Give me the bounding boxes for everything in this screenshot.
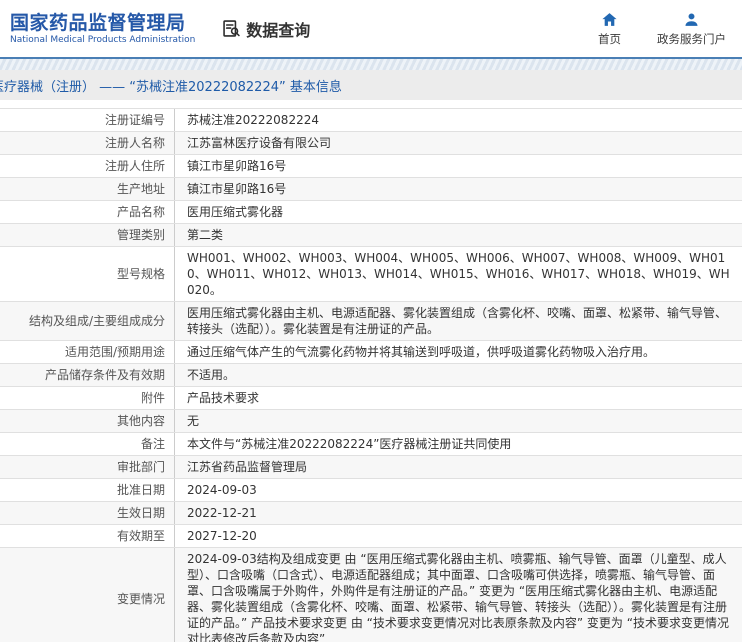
decorative-stripe-band <box>0 57 742 70</box>
table-row-product-name: 产品名称 医用压缩式雾化器 <box>0 201 742 224</box>
row-value: 2027-12-20 <box>175 525 742 547</box>
row-value-text: 不适用。 <box>187 368 236 382</box>
row-value: 医用压缩式雾化器由主机、电源适配器、雾化装置组成（含雾化杯、咬嘴、面罩、松紧带、… <box>175 302 742 340</box>
row-label: 有效期至 <box>0 525 175 547</box>
row-value: 江苏富林医疗设备有限公司 <box>175 132 742 154</box>
row-value-text: 第二类 <box>187 228 224 242</box>
logo-title: 国家药品监督管理局 <box>10 11 186 34</box>
registration-info-table: 注册证编号 苏械注准20222082224 注册人名称 江苏富林医疗设备有限公司… <box>0 108 742 642</box>
row-value-text: 2022-12-21 <box>187 506 257 520</box>
table-row-other-content: 其他内容 无 <box>0 410 742 433</box>
row-value-text: 苏械注准20222082224 <box>187 113 319 127</box>
row-label: 注册证编号 <box>0 109 175 131</box>
row-label: 产品储存条件及有效期 <box>0 364 175 386</box>
row-label: 批准日期 <box>0 479 175 501</box>
table-row-effective-date: 生效日期 2022-12-21 <box>0 502 742 525</box>
table-row-remarks: 备注 本文件与“苏械注准20222082224”医疗器械注册证共同使用 <box>0 433 742 456</box>
row-value: 2022-12-21 <box>175 502 742 524</box>
row-value: 产品技术要求 <box>175 387 742 409</box>
row-value-text: WH001、WH002、WH003、WH004、WH005、WH006、WH00… <box>187 251 730 297</box>
row-value-text: 通过压缩气体产生的气流雾化药物并将其输送到呼吸道，供呼吸道雾化药物吸入治疗用。 <box>187 345 656 359</box>
row-value: 镇江市星卯路16号 <box>175 178 742 200</box>
row-label: 产品名称 <box>0 201 175 223</box>
row-value-text: 无 <box>187 414 200 428</box>
table-row-change-details: 变更情况 2024-09-03结构及组成变更 由 “医用压缩式雾化器由主机、喷雾… <box>0 548 742 642</box>
row-value: 医用压缩式雾化器 <box>175 201 742 223</box>
row-value: 不适用。 <box>175 364 742 386</box>
row-value-text: 江苏富林医疗设备有限公司 <box>187 136 332 150</box>
row-label: 审批部门 <box>0 456 175 478</box>
table-row-expiry-date: 有效期至 2027-12-20 <box>0 525 742 548</box>
table-row-approval-department: 审批部门 江苏省药品监督管理局 <box>0 456 742 479</box>
table-row-registrant-name: 注册人名称 江苏富林医疗设备有限公司 <box>0 132 742 155</box>
row-label: 型号规格 <box>0 247 175 301</box>
row-value: WH001、WH002、WH003、WH004、WH005、WH006、WH00… <box>175 247 742 301</box>
row-value-text: 医用压缩式雾化器 <box>187 205 284 219</box>
row-label: 变更情况 <box>0 548 175 642</box>
top-nav: 首页 政务服务门户 <box>598 11 726 47</box>
table-row-model-specs: 型号规格 WH001、WH002、WH003、WH004、WH005、WH006… <box>0 247 742 302</box>
row-value: 2024-09-03 <box>175 479 742 501</box>
table-row-management-category: 管理类别 第二类 <box>0 224 742 247</box>
table-row-intended-use: 适用范围/预期用途 通过压缩气体产生的气流雾化药物并将其输送到呼吸道，供呼吸道雾… <box>0 341 742 364</box>
row-value-text: 产品技术要求 <box>187 391 260 405</box>
row-value: 苏械注准20222082224 <box>175 109 742 131</box>
logo-subtitle: National Medical Products Administration <box>10 34 196 45</box>
row-value: 无 <box>175 410 742 432</box>
row-value: 2024-09-03结构及组成变更 由 “医用压缩式雾化器由主机、喷雾瓶、输气导… <box>175 548 742 642</box>
row-label: 结构及组成/主要组成成分 <box>0 302 175 340</box>
row-value: 镇江市星卯路16号 <box>175 155 742 177</box>
row-label: 生产地址 <box>0 178 175 200</box>
breadcrumb-bar: 医疗器械（注册） —— “苏械注准20222082224” 基本信息 <box>0 70 742 100</box>
row-value: 第二类 <box>175 224 742 246</box>
table-row-storage-conditions: 产品储存条件及有效期 不适用。 <box>0 364 742 387</box>
row-value-text: 本文件与“苏械注准20222082224”医疗器械注册证共同使用 <box>187 437 512 451</box>
person-icon <box>685 12 698 26</box>
nav-home-label: 首页 <box>598 31 621 46</box>
table-row-registration-number: 注册证编号 苏械注准20222082224 <box>0 109 742 132</box>
table-row-structure-composition: 结构及组成/主要组成成分 医用压缩式雾化器由主机、电源适配器、雾化装置组成（含雾… <box>0 302 742 341</box>
home-icon <box>602 12 617 26</box>
breadcrumb: 医疗器械（注册） —— “苏械注准20222082224” 基本信息 <box>0 79 342 95</box>
table-row-registrant-address: 注册人住所 镇江市星卯路16号 <box>0 155 742 178</box>
row-label: 管理类别 <box>0 224 175 246</box>
row-label: 注册人名称 <box>0 132 175 154</box>
row-label: 注册人住所 <box>0 155 175 177</box>
row-value-text: 2024-09-03 <box>187 483 257 497</box>
row-value-text: 镇江市星卯路16号 <box>187 182 287 196</box>
nav-item-home[interactable]: 首页 <box>598 11 621 47</box>
row-value-text: 医用压缩式雾化器由主机、电源适配器、雾化装置组成（含雾化杯、咬嘴、面罩、松紧带、… <box>187 306 728 336</box>
nav-item-gov-portal[interactable]: 政务服务门户 <box>657 11 726 47</box>
table-row-approval-date: 批准日期 2024-09-03 <box>0 479 742 502</box>
row-value-text: 2024-09-03结构及组成变更 由 “医用压缩式雾化器由主机、喷雾瓶、输气导… <box>187 552 729 642</box>
table-row-attachments: 附件 产品技术要求 <box>0 387 742 410</box>
row-value: 通过压缩气体产生的气流雾化药物并将其输送到呼吸道，供呼吸道雾化药物吸入治疗用。 <box>175 341 742 363</box>
row-value-text: 江苏省药品监督管理局 <box>187 460 308 474</box>
row-label: 适用范围/预期用途 <box>0 341 175 363</box>
row-label: 其他内容 <box>0 410 175 432</box>
document-search-icon <box>223 20 241 37</box>
table-row-production-address: 生产地址 镇江市星卯路16号 <box>0 178 742 201</box>
spacer <box>0 100 742 108</box>
data-query-title: 数据查询 <box>246 20 311 40</box>
data-query-section[interactable]: 数据查询 <box>221 17 310 41</box>
row-value: 本文件与“苏械注准20222082224”医疗器械注册证共同使用 <box>175 433 742 455</box>
nav-gov-portal-label: 政务服务门户 <box>657 31 726 46</box>
row-value-text: 2027-12-20 <box>187 529 257 543</box>
row-label: 备注 <box>0 433 175 455</box>
row-value: 江苏省药品监督管理局 <box>175 456 742 478</box>
site-header: 国家药品监督管理局 National Medical Products Admi… <box>0 0 742 57</box>
row-value-text: 镇江市星卯路16号 <box>187 159 287 173</box>
row-label: 附件 <box>0 387 175 409</box>
nmpa-logo[interactable]: 国家药品监督管理局 National Medical Products Admi… <box>10 12 195 46</box>
row-label: 生效日期 <box>0 502 175 524</box>
